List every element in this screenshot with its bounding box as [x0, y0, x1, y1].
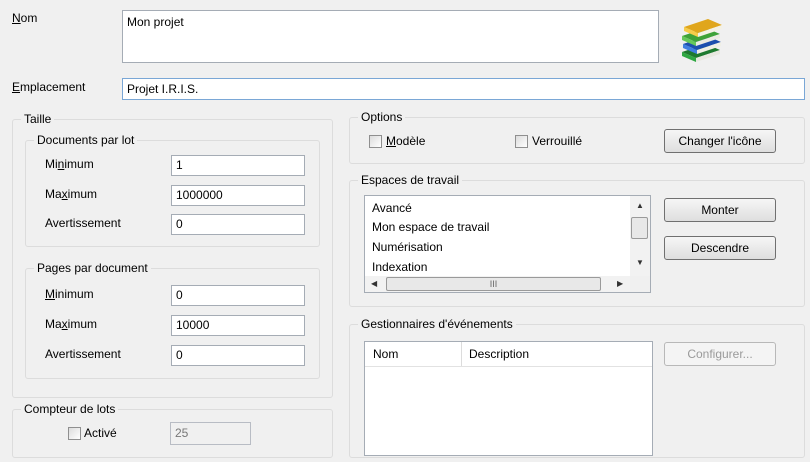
list-item[interactable]: Mon espace de travail — [372, 220, 489, 234]
column-header-nom[interactable]: Nom — [373, 342, 398, 366]
page-maximum-label: Maximum — [45, 317, 98, 331]
nom-label: Nom — [12, 11, 38, 25]
doc-maximum-label: Maximum — [45, 187, 98, 201]
modele-label: Modèle — [386, 134, 426, 148]
taille-title: Taille — [21, 112, 55, 126]
doc-avertissement-label: Avertissement — [45, 216, 121, 230]
compteur-de-lots-title: Compteur de lots — [21, 402, 119, 416]
espaces-listbox[interactable]: Avancé Mon espace de travail Numérisatio… — [364, 195, 651, 293]
scroll-down-icon[interactable]: ▼ — [636, 259, 644, 267]
doc-maximum-field[interactable]: 1000000 — [171, 185, 305, 206]
doc-minimum-label: Minimum — [45, 157, 94, 171]
monter-button[interactable]: Monter — [664, 198, 776, 222]
configurer-button: Configurer... — [664, 342, 776, 366]
page-avertissement-label: Avertissement — [45, 347, 121, 361]
espaces-de-travail-title: Espaces de travail — [358, 173, 463, 187]
modele-checkbox[interactable] — [369, 135, 382, 148]
gestionnaires-listview[interactable]: Nom Description — [364, 341, 653, 456]
scrollbar-corner — [630, 276, 650, 292]
list-item[interactable]: Numérisation — [372, 240, 443, 254]
table-header: Nom Description — [365, 342, 652, 367]
active-label: Activé — [84, 426, 117, 440]
doc-minimum-field[interactable]: 1 — [171, 155, 305, 176]
emplacement-label: Emplacement — [12, 80, 86, 94]
books-stack-icon — [676, 14, 724, 64]
verrouille-checkbox[interactable] — [515, 135, 528, 148]
active-checkbox[interactable] — [68, 427, 81, 440]
vertical-scroll-thumb[interactable] — [631, 217, 648, 239]
doc-avertissement-field[interactable]: 0 — [171, 214, 305, 235]
horizontal-scroll-thumb[interactable]: III — [386, 277, 601, 291]
nom-field[interactable]: Mon projet — [122, 10, 659, 63]
page-minimum-field[interactable]: 0 — [171, 285, 305, 306]
list-item[interactable]: Avancé — [372, 201, 412, 215]
verrouille-label: Verrouillé — [532, 134, 583, 148]
page-minimum-label: Minimum — [45, 287, 94, 301]
compteur-field[interactable]: 25 — [170, 422, 251, 445]
scroll-left-icon[interactable]: ◀ — [371, 280, 377, 288]
scroll-right-icon[interactable]: ▶ — [617, 280, 623, 288]
column-header-description[interactable]: Description — [469, 342, 529, 366]
list-item[interactable]: Indexation — [372, 260, 427, 274]
page-avertissement-field[interactable]: 0 — [171, 345, 305, 366]
documents-par-lot-title: Documents par lot — [34, 133, 138, 147]
emplacement-field[interactable]: Projet I.R.I.S. — [122, 78, 805, 100]
gestionnaires-title: Gestionnaires d'événements — [358, 317, 516, 331]
pages-par-document-title: Pages par document — [34, 261, 151, 275]
descendre-button[interactable]: Descendre — [664, 236, 776, 260]
scroll-up-icon[interactable]: ▲ — [636, 202, 644, 210]
column-divider[interactable] — [461, 342, 462, 366]
changer-icone-button[interactable]: Changer l'icône — [664, 129, 776, 153]
options-title: Options — [358, 110, 406, 124]
page-maximum-field[interactable]: 10000 — [171, 315, 305, 336]
